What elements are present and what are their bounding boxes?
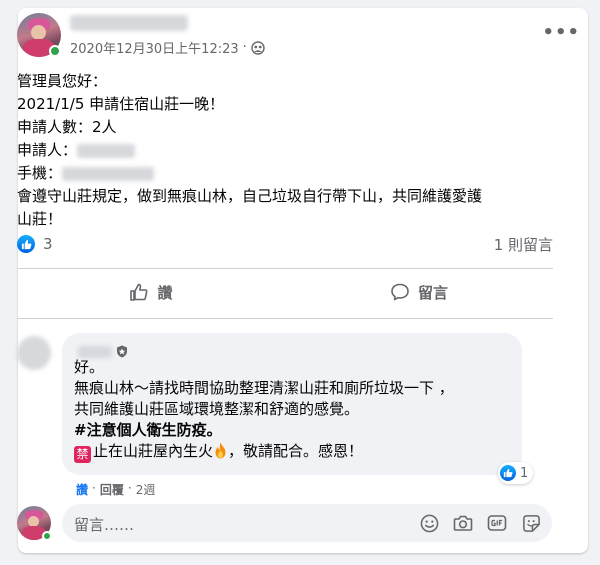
post-meta: 2020年12月30日上午12:23 ·	[70, 38, 265, 57]
composer-online-status-icon	[42, 531, 52, 541]
online-status-icon	[49, 45, 61, 57]
reactions-summary: 3 1 則留言	[17, 234, 553, 254]
composer-tools	[418, 512, 542, 534]
camera-icon[interactable]	[452, 512, 474, 534]
post-timestamp[interactable]: 2020年12月30日上午12:23	[70, 38, 239, 57]
comment-actions-dot-2: ·	[127, 481, 132, 495]
action-bar: 讚 留言	[17, 274, 553, 310]
post-line-greeting: 管理員您好：	[17, 72, 108, 90]
author-name-redacted[interactable]	[70, 15, 188, 31]
applicant-redacted	[77, 143, 136, 158]
comment-line-4-hashtag[interactable]: #注意個人衛生防疫。	[74, 420, 514, 441]
like-reaction-icon[interactable]	[17, 235, 35, 253]
more-options-button[interactable]: •••	[542, 22, 580, 43]
comment-line-5-tail: ，敬請配合。感恩！	[228, 442, 364, 460]
applicant-label: 申請人：	[17, 141, 78, 159]
comment-like-action[interactable]: 讚	[76, 481, 88, 498]
comment-line-1: 好。	[74, 358, 105, 376]
composer-placeholder: 留言……	[74, 516, 135, 534]
divider-bottom	[17, 318, 553, 319]
post-line-applicant: 申請人：	[17, 139, 557, 162]
meta-separator: ·	[242, 40, 247, 55]
phone-label: 手機：	[17, 164, 63, 182]
post-body: 管理員您好： 2021/1/5 申請住宿山莊一晚！ 申請人數：2人 申請人： 手…	[17, 70, 557, 231]
group-audience-icon	[251, 40, 265, 55]
divider-top	[17, 268, 553, 269]
comment-line-2: 無痕山林～請找時間協助整理清潔山莊和廁所垃圾一下 ，	[74, 379, 454, 397]
phone-redacted	[62, 166, 155, 181]
like-count[interactable]: 3	[43, 235, 53, 253]
comment-bubble-icon	[390, 282, 410, 302]
comment-line-5-text: 止在山莊屋內生火	[93, 442, 214, 460]
comment-line-5: 禁止在山莊屋內生火 ，敬請配合。感恩！	[74, 441, 514, 463]
comment-age[interactable]: 2週	[136, 481, 156, 498]
commenter-name-redacted[interactable]	[78, 345, 112, 358]
sticker-icon[interactable]	[520, 512, 542, 534]
comment-like-reaction-icon	[500, 465, 516, 481]
comment-text: 好。 無痕山林～請找時間協助整理清潔山莊和廁所垃圾一下 ， 共同維護山莊區域環境…	[74, 357, 514, 463]
emoji-icon[interactable]	[418, 512, 440, 534]
post-line-headcount: 申請人數：2人	[17, 118, 117, 136]
thumbs-up-icon	[129, 282, 149, 302]
post-line-pledge-1: 會遵守山莊規定，做到無痕山林，自己垃圾自行帶下山，共同維護愛護	[17, 187, 483, 205]
gif-icon[interactable]	[486, 512, 508, 534]
comment-actions: 讚 · 回覆 · 2週	[76, 481, 155, 498]
commenter-avatar-redacted[interactable]	[17, 336, 51, 370]
post-line-request: 2021/1/5 申請住宿山莊一晚！	[17, 95, 225, 113]
fire-icon	[213, 442, 228, 459]
comment-actions-dot-1: ·	[92, 481, 96, 495]
comment-bubble: 好。 無痕山林～請找時間協助整理清潔山莊和廁所垃圾一下 ， 共同維護山莊區域環境…	[62, 333, 522, 475]
post-line-phone: 手機：	[17, 162, 557, 185]
like-button[interactable]: 讚	[17, 274, 285, 310]
comment-button-label: 留言	[417, 283, 448, 302]
comment-button[interactable]: 留言	[285, 274, 553, 310]
prohibited-icon: 禁	[74, 446, 91, 463]
like-button-label: 讚	[157, 283, 173, 302]
comment-composer[interactable]: 留言……	[62, 504, 552, 542]
comment-reply-action[interactable]: 回覆	[100, 481, 124, 498]
comment-count[interactable]: 1 則留言	[494, 234, 553, 255]
comment-line-3: 共同維護山莊區域環境整潔和舒適的感覺。	[74, 400, 360, 418]
comment-reaction-badge[interactable]: 1	[498, 462, 534, 484]
post-line-pledge-2: 山莊！	[17, 210, 63, 228]
comment-like-count: 1	[520, 465, 529, 481]
